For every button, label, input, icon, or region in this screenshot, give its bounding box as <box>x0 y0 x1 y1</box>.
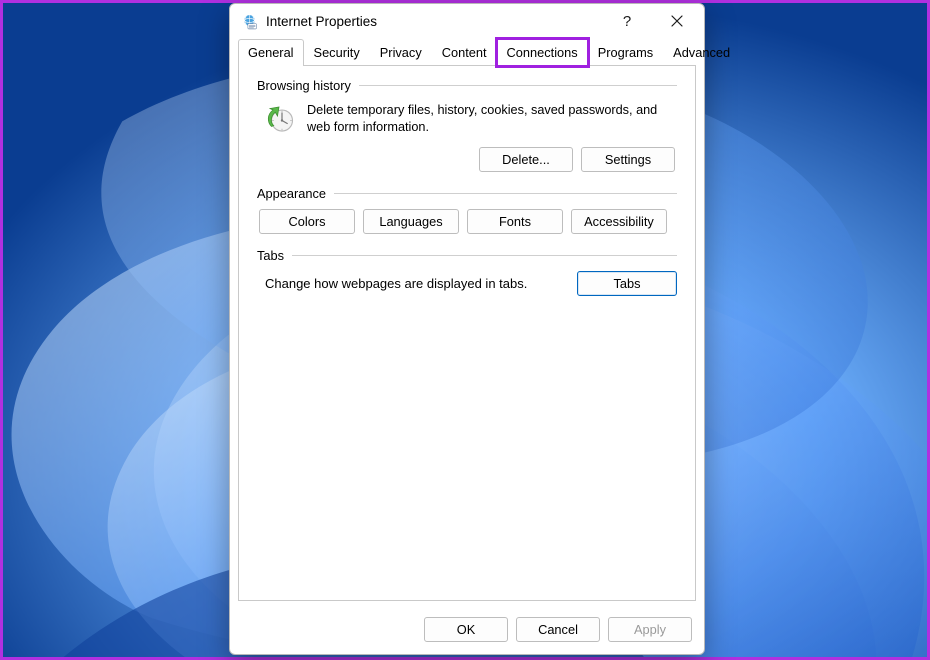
titlebar: Internet Properties ? <box>230 4 704 38</box>
tab-strip: General Security Privacy Content Connect… <box>230 38 704 66</box>
dialog-footer: OK Cancel Apply <box>230 609 704 654</box>
tab-panel-general: Browsing history <box>238 66 696 601</box>
group-browsing-history: Browsing history <box>257 78 677 172</box>
internet-properties-dialog: Internet Properties ? General Security P… <box>229 3 705 655</box>
tab-privacy[interactable]: Privacy <box>370 39 432 66</box>
close-button[interactable] <box>656 6 698 36</box>
group-legend-browsing-history: Browsing history <box>257 78 351 93</box>
history-settings-button[interactable]: Settings <box>581 147 675 172</box>
tab-general[interactable]: General <box>238 39 304 66</box>
tab-advanced[interactable]: Advanced <box>663 39 740 66</box>
history-icon <box>261 101 297 137</box>
close-icon <box>671 15 683 27</box>
cancel-button[interactable]: Cancel <box>516 617 600 642</box>
window-title: Internet Properties <box>266 14 598 29</box>
tab-security[interactable]: Security <box>304 39 370 66</box>
accessibility-button[interactable]: Accessibility <box>571 209 667 234</box>
tab-connections[interactable]: Connections <box>497 39 588 66</box>
apply-button[interactable]: Apply <box>608 617 692 642</box>
tabs-description: Change how webpages are displayed in tab… <box>265 276 527 291</box>
help-button[interactable]: ? <box>606 6 648 36</box>
tabs-settings-button[interactable]: Tabs <box>577 271 677 296</box>
ok-button[interactable]: OK <box>424 617 508 642</box>
group-legend-tabs: Tabs <box>257 248 284 263</box>
group-legend-appearance: Appearance <box>257 186 326 201</box>
internet-options-icon <box>240 12 258 30</box>
group-appearance: Appearance Colors Languages Fonts Access… <box>257 186 677 234</box>
fonts-button[interactable]: Fonts <box>467 209 563 234</box>
tab-content[interactable]: Content <box>432 39 497 66</box>
group-tabs: Tabs Change how webpages are displayed i… <box>257 248 677 296</box>
languages-button[interactable]: Languages <box>363 209 459 234</box>
browsing-history-description: Delete temporary files, history, cookies… <box>307 101 677 136</box>
tab-programs[interactable]: Programs <box>588 39 663 66</box>
colors-button[interactable]: Colors <box>259 209 355 234</box>
delete-history-button[interactable]: Delete... <box>479 147 573 172</box>
